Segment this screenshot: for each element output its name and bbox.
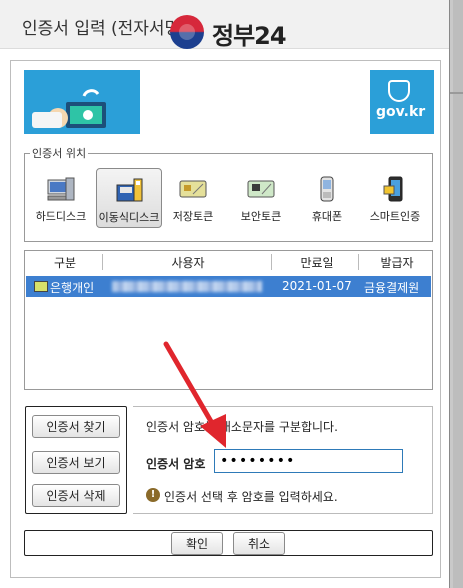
hard-disk-icon (47, 177, 75, 201)
column-divider (358, 254, 359, 270)
column-divider (271, 254, 272, 270)
cell-expiry: 2021-01-07 (282, 279, 352, 293)
location-legend: 인증서 위치 (30, 145, 89, 161)
password-input[interactable] (214, 449, 403, 473)
dialog-footer (24, 530, 433, 556)
location-security-token[interactable]: 보안토큰 (228, 168, 294, 228)
banner-center (140, 70, 370, 134)
smart-auth-icon (383, 176, 403, 202)
location-label: 휴대폰 (311, 210, 343, 223)
location-label: 저장토큰 (172, 210, 214, 223)
location-hard-disk[interactable]: 하드디스크 (28, 168, 94, 228)
column-header-expiry[interactable]: 만료일 (274, 254, 360, 272)
location-label: 하드디스크 (35, 210, 87, 223)
security-token-icon (247, 180, 275, 198)
cancel-button[interactable]: 취소 (233, 532, 285, 555)
certificate-icon (34, 281, 48, 292)
column-header-type[interactable]: 구분 (30, 254, 100, 272)
column-header-issuer[interactable]: 발급자 (362, 254, 432, 272)
delete-certificate-button[interactable]: 인증서 삭제 (32, 484, 120, 507)
ok-button[interactable]: 확인 (171, 532, 223, 555)
location-removable-disk[interactable]: 이동식디스크 (96, 168, 162, 228)
location-label: 이동식디스크 (98, 211, 160, 224)
column-header-user[interactable]: 사용자 (104, 254, 272, 272)
removable-disk-icon (116, 178, 143, 202)
cell-issuer: 금융결제원 (364, 281, 420, 295)
location-phone[interactable]: 휴대폰 (294, 168, 360, 228)
password-label: 인증서 암호 (146, 457, 206, 471)
banner-brand: 정부24 (212, 22, 287, 50)
shield-check-icon (388, 80, 410, 102)
password-info: 인증서 선택 후 암호를 입력하세요. (164, 490, 338, 504)
taegeuk-logo-icon (170, 15, 204, 49)
location-label: 스마트인증 (369, 210, 421, 223)
unlock-illustration-icon (32, 89, 106, 128)
banner-domain: gov.kr (376, 104, 426, 120)
user-name-redacted (112, 281, 262, 292)
location-smart-auth[interactable]: 스마트인증 (362, 168, 428, 228)
location-label: 보안토큰 (240, 210, 282, 223)
dialog-title: 인증서 입력 (전자서명) (22, 19, 187, 39)
background-page (453, 0, 463, 588)
location-storage-token[interactable]: 저장토큰 (160, 168, 226, 228)
view-certificate-button[interactable]: 인증서 보기 (32, 451, 120, 474)
cell-type: 은행개인 (50, 281, 95, 295)
phone-icon (320, 176, 334, 202)
annotation-arrow-icon (163, 341, 226, 448)
column-divider (102, 254, 103, 270)
info-icon: ! (146, 488, 160, 502)
background-divider (448, 92, 463, 94)
storage-token-icon (179, 180, 207, 198)
find-certificate-button[interactable]: 인증서 찾기 (32, 415, 120, 438)
